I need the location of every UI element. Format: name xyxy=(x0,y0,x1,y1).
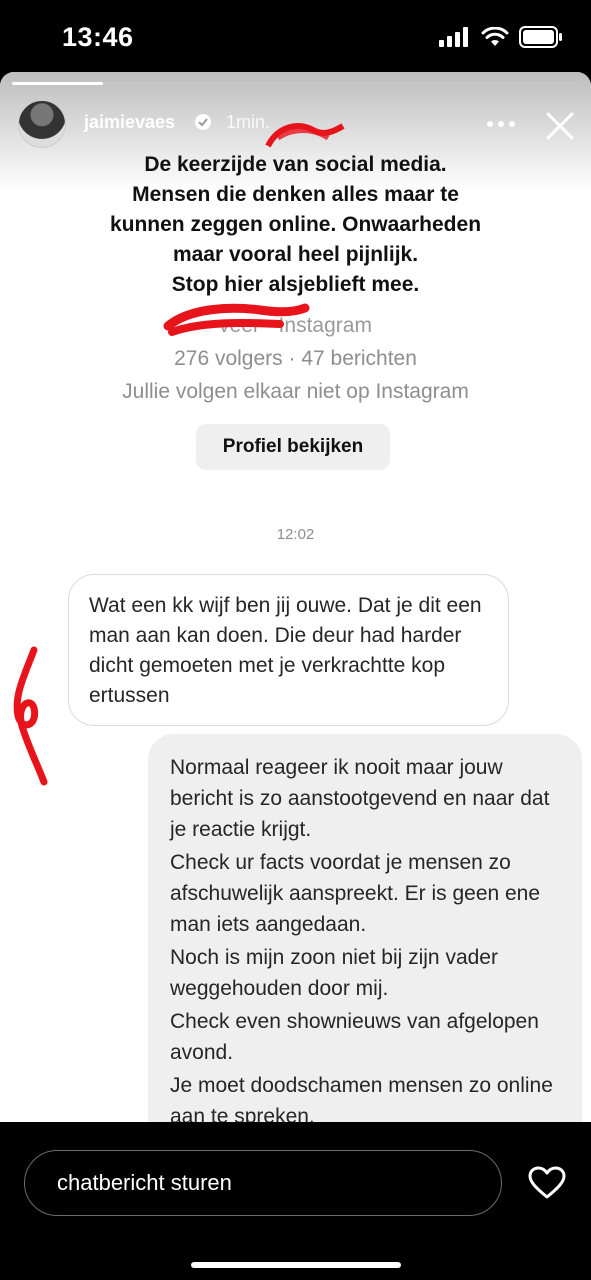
outgoing-paragraph: Check even shownieuws van afgelopen avon… xyxy=(170,1010,539,1064)
view-profile-button[interactable]: Profiel bekijken xyxy=(196,424,390,470)
outgoing-paragraph: Je moet doodschamen mensen zo online aan… xyxy=(170,1074,553,1122)
more-options-icon[interactable] xyxy=(484,114,518,134)
headline-line: De keerzijde van social media. xyxy=(144,153,447,176)
reply-bar: chatbericht sturen xyxy=(0,1122,591,1280)
outgoing-message: Normaal reageer ik nooit maar jouw beric… xyxy=(148,734,582,1122)
wifi-icon xyxy=(481,27,509,46)
screen: 13:46 jaimievaes 1min. De keerzijde van … xyxy=(0,0,591,1280)
red-redaction-mark xyxy=(163,303,310,336)
status-icons xyxy=(439,26,563,48)
story-progress-bar xyxy=(12,82,579,85)
avatar[interactable] xyxy=(18,100,66,148)
outgoing-paragraph: Normaal reageer ik nooit maar jouw beric… xyxy=(170,756,550,841)
red-redaction-mark xyxy=(265,123,345,148)
verified-badge-icon xyxy=(195,114,211,130)
story-headline: De keerzijde van social media. Mensen di… xyxy=(60,150,531,300)
headline-line: Mensen die denken alles maar te xyxy=(132,183,459,206)
reply-input[interactable]: chatbericht sturen xyxy=(24,1150,502,1216)
incoming-message: Wat een kk wijf ben jij ouwe. Dat je dit… xyxy=(68,574,509,726)
headline-line: Stop hier alsjeblieft mee. xyxy=(171,273,420,296)
home-indicator[interactable] xyxy=(191,1262,401,1268)
close-icon[interactable] xyxy=(540,106,580,146)
story-card: jaimievaes 1min. De keerzijde van social… xyxy=(0,72,591,1122)
profile-followers: 276 volgers · 47 berichten xyxy=(174,347,417,370)
headline-line: kunnen zeggen online. Onwaarheden xyxy=(109,213,482,236)
outgoing-paragraph: Noch is mijn zoon niet bij zijn vader we… xyxy=(170,946,498,1000)
status-bar: 13:46 xyxy=(0,0,591,72)
headline-line: maar vooral heel pijnlijk. xyxy=(172,243,419,266)
profile-mutual-status: Jullie volgen elkaar niet op Instagram xyxy=(122,380,469,403)
message-timestamp: 12:02 xyxy=(276,526,315,543)
heart-icon[interactable] xyxy=(528,1166,566,1200)
outgoing-paragraph: Check ur facts voordat je mensen zo afsc… xyxy=(170,851,541,936)
battery-icon xyxy=(519,26,562,48)
status-time: 13:46 xyxy=(62,22,134,52)
signal-icon xyxy=(439,27,468,47)
username[interactable]: jaimievaes xyxy=(84,112,175,133)
story-progress-fill xyxy=(12,82,103,85)
red-scribble-mark xyxy=(13,646,48,786)
